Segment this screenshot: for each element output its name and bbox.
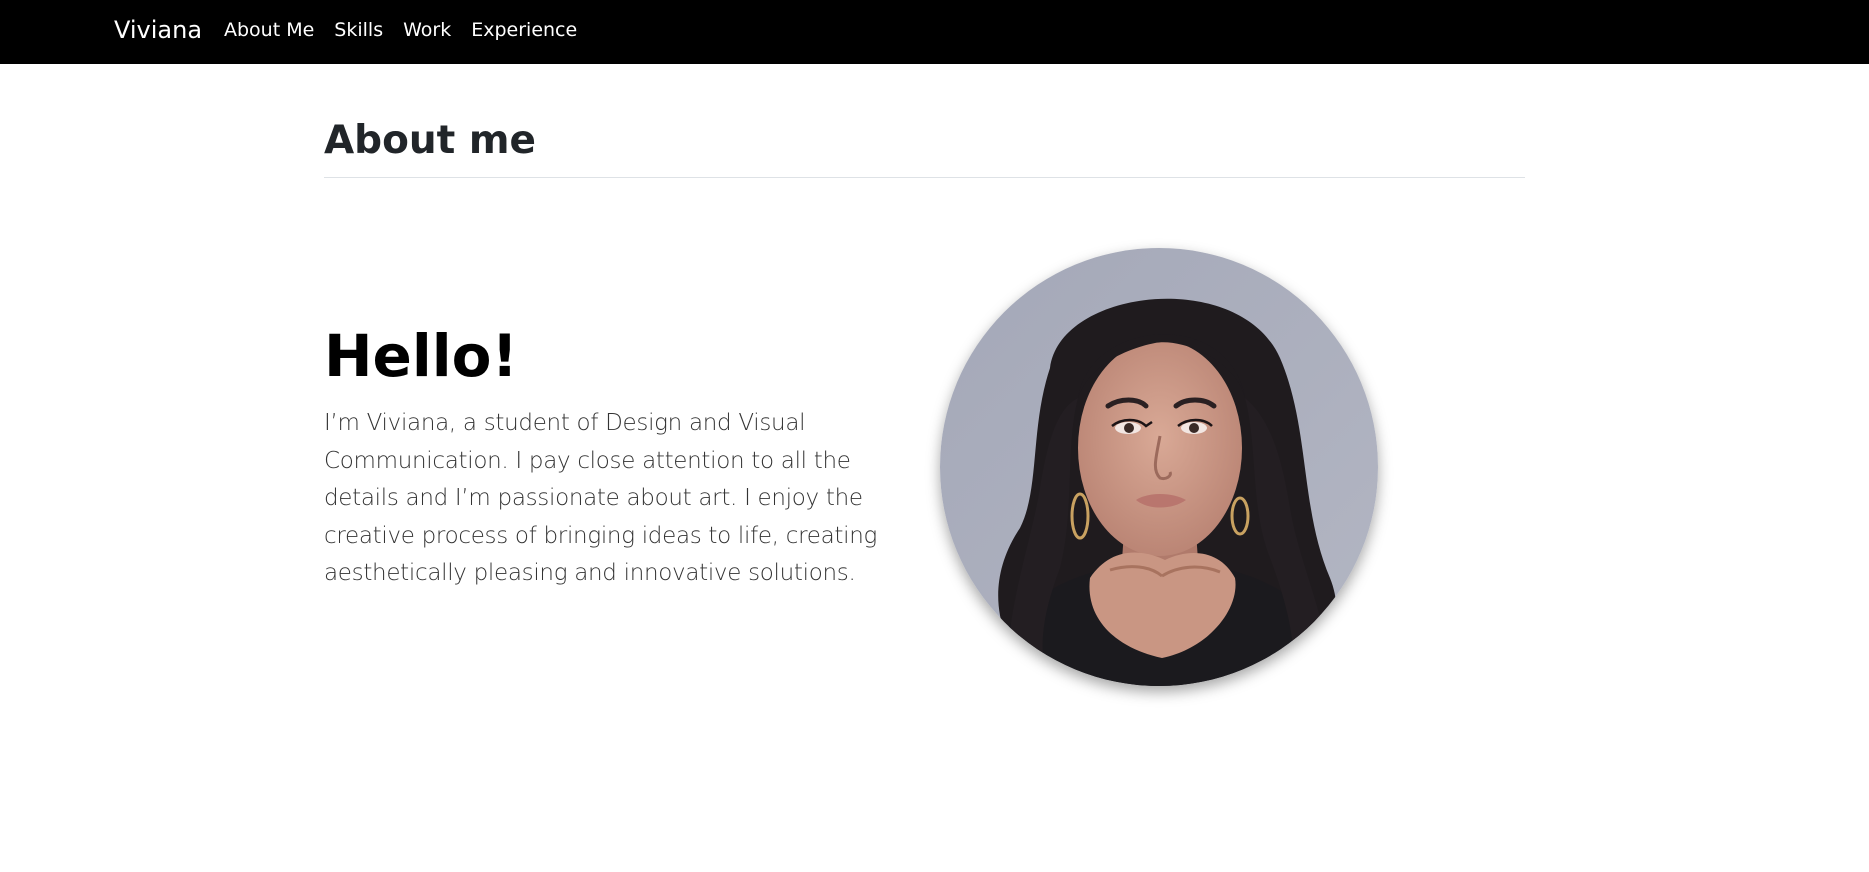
intro-paragraph: I’m Viviana, a student of Design and Vis… [324, 410, 878, 587]
nav-menu: About Me Skills Work Experience [224, 0, 577, 64]
nav-item-work: Work [403, 19, 451, 43]
nav-link-work[interactable]: Work [403, 19, 451, 41]
nav-item-about: About Me [224, 19, 314, 43]
section-title: About me [324, 118, 536, 163]
brand-link[interactable]: Viviana [114, 0, 202, 64]
nav-item-skills: Skills [334, 19, 383, 43]
greeting-heading: Hello! [324, 322, 518, 390]
nav-link-experience[interactable]: Experience [471, 19, 577, 41]
section-divider [324, 177, 1525, 178]
top-navbar: Viviana About Me Skills Work Experience [0, 0, 1869, 64]
nav-link-about-me[interactable]: About Me [224, 19, 314, 41]
portrait-illustration [940, 248, 1378, 686]
nav-link-skills[interactable]: Skills [334, 19, 383, 41]
nav-item-experience: Experience [471, 19, 577, 43]
profile-photo [940, 248, 1378, 686]
